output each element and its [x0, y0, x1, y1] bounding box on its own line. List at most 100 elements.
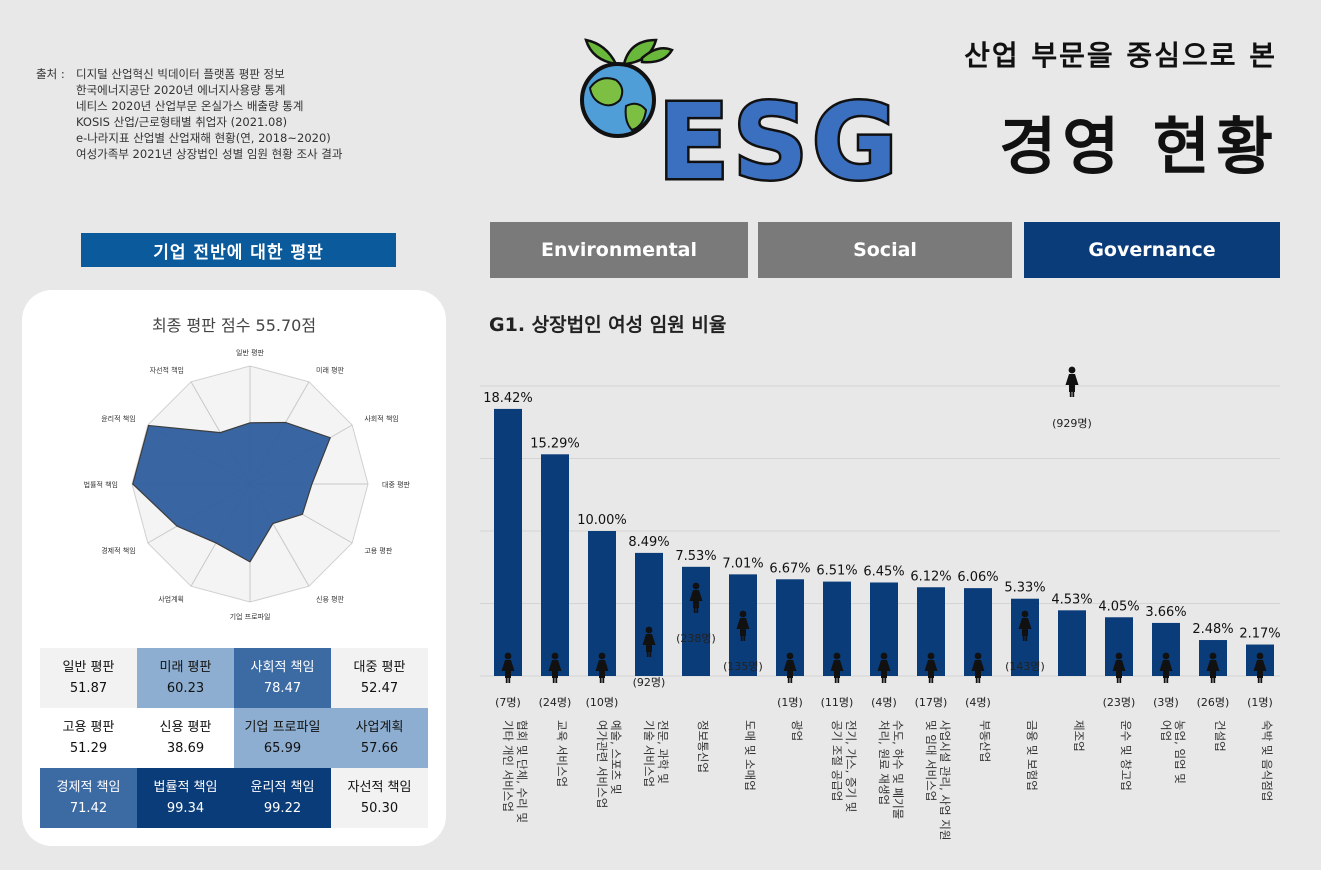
bar-group: 18.42% (7명) 협회 및 단체, 수리 및기타 개인 서비스업	[483, 391, 533, 823]
category-label: 교육 서비스업	[555, 720, 569, 787]
bar-value-label: 4.05%	[1098, 599, 1139, 614]
radar-axis-label: 일반 평판	[236, 348, 265, 357]
score-value: 78.47	[263, 681, 302, 696]
bar	[494, 408, 522, 676]
bar-group: 3.66% (3명) 농업, 임업 및어업	[1145, 605, 1187, 784]
category-label: 도매 및 소매업	[743, 720, 757, 791]
score-cell: 대중 평판 52.47	[331, 648, 428, 708]
bar-count-label: (26명)	[1197, 696, 1230, 709]
source-item: 여성가족부 2021년 상장법인 성별 임원 현황 조사 결과	[76, 147, 343, 161]
header-title: 경영 현황	[999, 110, 1279, 183]
bar-value-label: 6.06%	[957, 570, 998, 585]
bar-count-label: (24명)	[539, 696, 572, 709]
sources-block: 출처 : 디지털 산업혁신 빅데이터 플랫폼 평판 정보 한국에너지공단 202…	[36, 66, 342, 162]
score-value: 50.30	[360, 801, 399, 816]
bar-group: 2.48% (26명) 건설업	[1192, 622, 1233, 752]
bar-count-label: (7명)	[495, 696, 521, 709]
score-value: 65.99	[263, 741, 302, 756]
woman-icon	[1065, 366, 1079, 397]
bar	[1058, 610, 1086, 676]
bar-count-label: (17명)	[915, 696, 948, 709]
score-value: 51.87	[69, 681, 108, 696]
bar-group: 6.51% (11명) 전기, 가스, 증기 및공기 조절 공급업	[816, 564, 858, 813]
score-cell: 사업계획 57.66	[331, 708, 428, 768]
category-label: 제조업	[1072, 720, 1086, 752]
sources-list: 디지털 산업혁신 빅데이터 플랫폼 평판 정보 한국에너지공단 2020년 에너…	[36, 66, 342, 162]
radar-axis-label: 미래 평판	[316, 366, 345, 375]
score-row: 일반 평판 51.87 미래 평판 60.23 사회적 책임 78.47 대중 평판 52.4…	[40, 648, 428, 708]
score-label: 경제적 책임	[56, 780, 121, 795]
score-row: 고용 평판 51.29 신용 평판 38.69 기업 프로파일 65.99 사업계획 57.6…	[40, 708, 428, 768]
bar-value-label: 5.33%	[1004, 581, 1045, 596]
score-label: 기업 프로파일	[244, 720, 321, 735]
category-label: 부동산업	[978, 720, 992, 762]
bar-count-label: (1명)	[777, 696, 803, 709]
bar-count-label: (23명)	[1103, 696, 1136, 709]
bar-value-label: 2.48%	[1192, 622, 1233, 637]
chart-title: G1. 상장법인 여성 임원 비율	[489, 314, 727, 336]
radar-axis-label: 윤리적 책임	[101, 414, 135, 423]
score-label: 고용 평판	[62, 720, 115, 735]
score-row: 경제적 책임 71.42 법률적 책임 99.34 윤리적 책임 99.22 자선적 책임 5…	[40, 768, 428, 828]
bar-group: 7.53% (238명) 정보통신업	[675, 549, 716, 773]
score-label: 사업계획	[355, 720, 404, 735]
score-cell: 기업 프로파일 65.99	[234, 708, 331, 768]
score-value: 60.23	[166, 681, 205, 696]
radar-axis-label: 법률적 책임	[84, 480, 118, 489]
bar-group: 10.00% (10명) 예술, 스포츠 및여가관련 서비스업	[577, 513, 627, 808]
score-label: 대중 평판	[353, 660, 406, 675]
category-label: 전문, 과학 및기술 서비스업	[642, 720, 670, 787]
radar-axis-label: 사업계획	[158, 594, 184, 603]
category-label: 운수 및 창고업	[1119, 720, 1133, 791]
score-cell: 법률적 책임 99.34	[137, 768, 234, 828]
score-value: 57.66	[360, 741, 399, 756]
source-item: e-나라지표 산업별 산업재해 현황(연, 2018~2020)	[76, 131, 331, 145]
radar-axis-label: 고용 평판	[364, 546, 393, 555]
source-item: KOSIS 산업/근로형태별 취업자 (2021.08)	[76, 115, 288, 129]
tab-governance[interactable]: Governance	[1024, 222, 1280, 278]
bar-group: 4.05% (23명) 운수 및 창고업	[1098, 599, 1139, 791]
bar-count-label: (92명)	[633, 676, 666, 689]
bar-count-label: (3명)	[1153, 696, 1179, 709]
bar-group: 2.17% (1명) 숙박 및 음식점업	[1239, 627, 1280, 802]
score-cell: 윤리적 책임 99.22	[234, 768, 331, 828]
bar-value-label: 10.00%	[577, 513, 627, 528]
bar-count-label: (4명)	[871, 696, 897, 709]
category-label: 협회 및 단체, 수리 및기타 개인 서비스업	[501, 720, 529, 823]
radar-axis-label: 자선적 책임	[150, 366, 184, 375]
category-label: 건설업	[1213, 720, 1227, 752]
tab-environmental[interactable]: Environmental	[490, 222, 748, 278]
score-label: 법률적 책임	[153, 780, 218, 795]
esg-logo: ESG	[580, 38, 901, 190]
score-value: 51.29	[69, 741, 108, 756]
bar-value-label: 15.29%	[530, 436, 580, 451]
logo-text: ESG	[658, 81, 901, 190]
score-value: 99.22	[263, 801, 302, 816]
bar	[541, 454, 569, 676]
tab-social[interactable]: Social	[758, 222, 1012, 278]
bar-count-label: (10명)	[586, 696, 619, 709]
score-cell: 자선적 책임 50.30	[331, 768, 428, 828]
score-cell: 고용 평판 51.29	[40, 708, 137, 768]
bar-count-label: (1명)	[1247, 696, 1273, 709]
bar-count-label: (143명)	[1005, 660, 1045, 673]
score-label: 사회적 책임	[250, 660, 315, 675]
bar-value-label: 7.01%	[722, 556, 763, 571]
score-value: 52.47	[360, 681, 399, 696]
score-cell: 미래 평판 60.23	[137, 648, 234, 708]
bar-group: 8.49% (92명) 전문, 과학 및기술 서비스업	[628, 535, 670, 787]
source-item: 네티스 2020년 산업부문 온실가스 배출량 통계	[76, 99, 304, 113]
bar-value-label: 6.12%	[910, 569, 951, 584]
score-label: 윤리적 책임	[250, 780, 315, 795]
bar-value-label: 6.51%	[816, 564, 857, 579]
bar-group: 5.33% (143명) 금융 및 보험업	[1004, 581, 1045, 791]
reputation-card: 최종 평판 점수 55.70점 일반 평판 미래 평판 사회적 책임 대중 평판 고용 …	[22, 290, 446, 846]
score-table: 일반 평판 51.87 미래 평판 60.23 사회적 책임 78.47 대중 평판 52.4…	[40, 648, 428, 828]
section-title-reputation: 기업 전반에 대한 평판	[81, 233, 396, 267]
bar-group: 6.45% (4명) 수도, 하수 및 폐기물처리, 원료 재생업	[863, 564, 905, 819]
category-label: 금융 및 보험업	[1025, 720, 1039, 791]
score-label: 신용 평판	[159, 720, 212, 735]
score-value: 38.69	[166, 741, 205, 756]
radar-axis-label: 기업 프로파일	[230, 612, 271, 621]
score-value: 71.42	[69, 801, 108, 816]
